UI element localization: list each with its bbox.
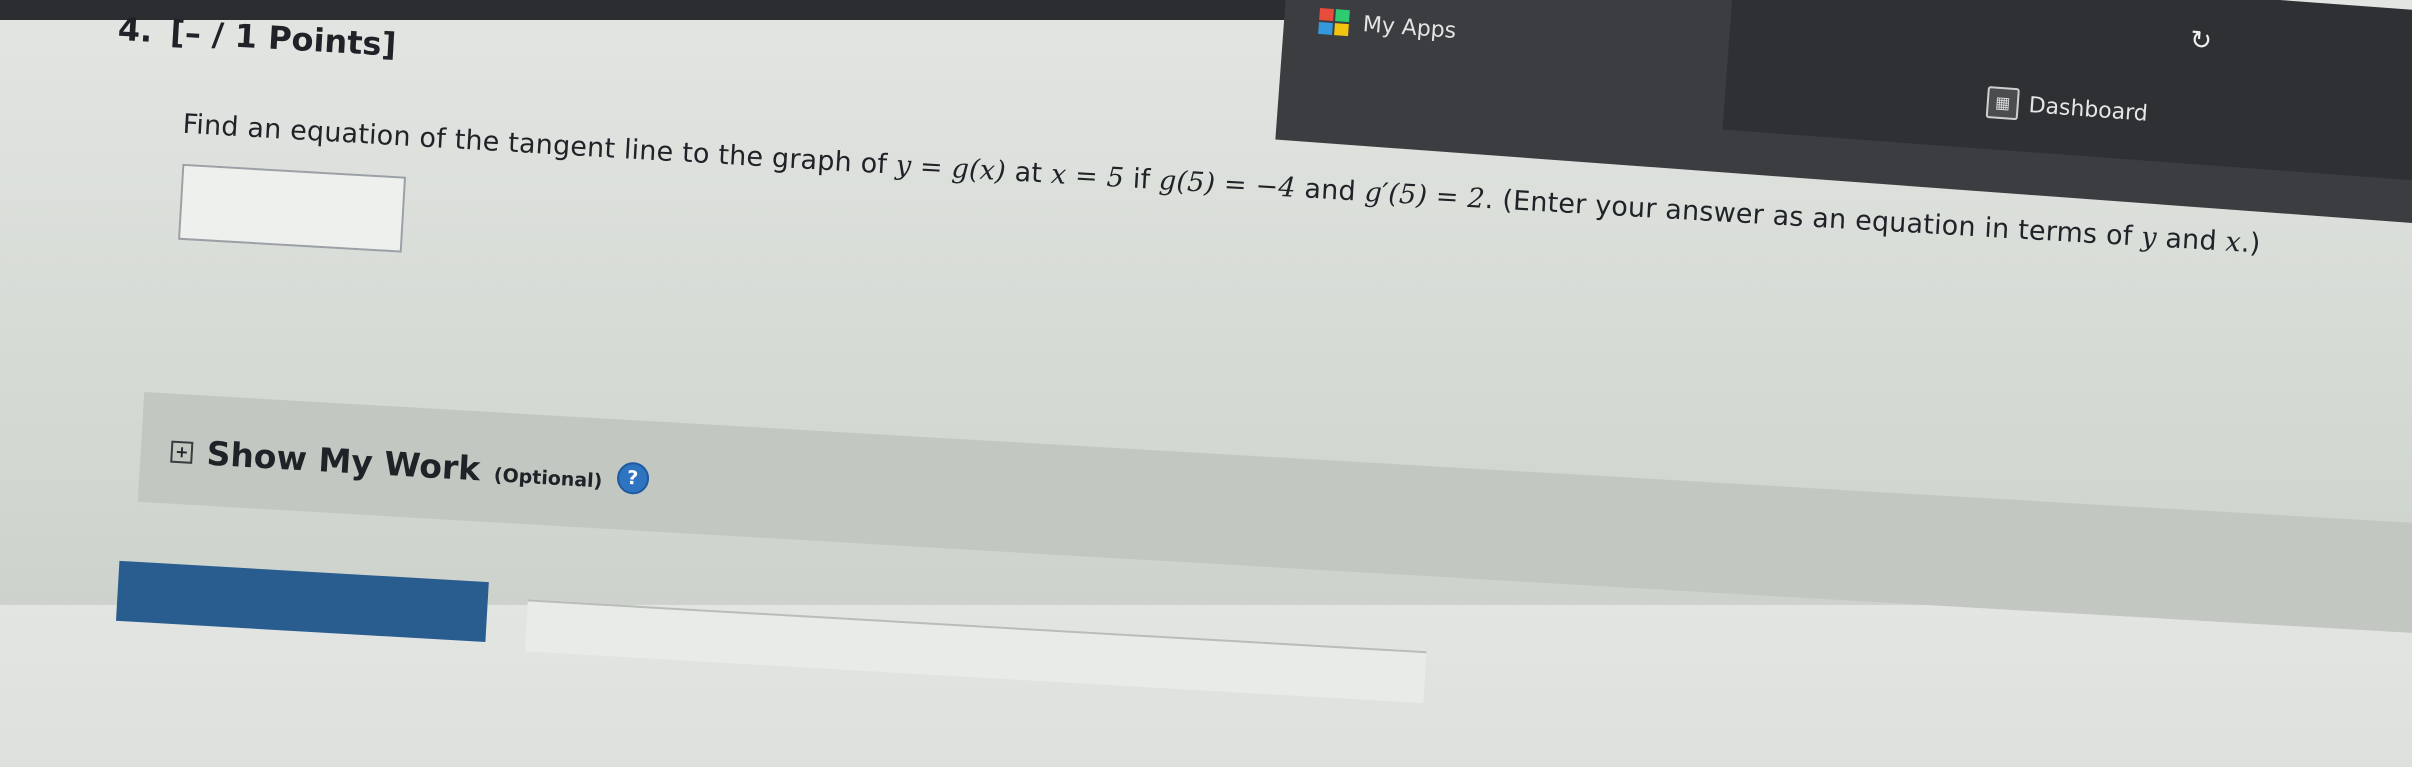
question-content: 4. [– / 1 Points] Find an equation of th… (0, 0, 2412, 736)
prompt-var-y: y (2140, 221, 2158, 254)
question-number: 4. (116, 9, 154, 50)
help-icon[interactable]: ? (615, 460, 650, 495)
prompt-close: .) (2240, 227, 2262, 260)
prompt-if: if (1131, 163, 1152, 196)
apps-grid-icon (1318, 8, 1350, 37)
prompt-instruction: . (Enter your answer as an equation in t… (1483, 183, 2134, 253)
question-prompt: Find an equation of the tangent line to … (182, 109, 2262, 260)
submit-button[interactable] (115, 560, 489, 643)
prompt-at: at (1013, 156, 1044, 190)
prompt-and: and (1303, 173, 1357, 208)
question-header: 4. [– / 1 Points] (117, 10, 397, 64)
prompt-var-x: x (2224, 226, 2242, 259)
prompt-g-prime: g′(5) = 2 (1363, 176, 1486, 215)
expand-plus-icon[interactable]: + (170, 440, 194, 464)
refresh-icon[interactable]: ↻ (2189, 25, 2213, 57)
prompt-and-2: and (2164, 223, 2218, 258)
prompt-g-value: g(5) = −4 (1158, 165, 1297, 204)
show-my-work-toggle[interactable]: + Show My Work (Optional) ? (170, 432, 650, 498)
prompt-function: y = g(x) (894, 149, 1007, 188)
show-my-work-title: Show My Work (205, 433, 482, 489)
next-input-strip (524, 599, 1427, 704)
question-points: [– / 1 Points] (169, 12, 398, 64)
answer-input[interactable] (178, 163, 407, 253)
optional-label: (Optional) (493, 464, 603, 493)
prompt-x-value: x = 5 (1050, 158, 1125, 195)
